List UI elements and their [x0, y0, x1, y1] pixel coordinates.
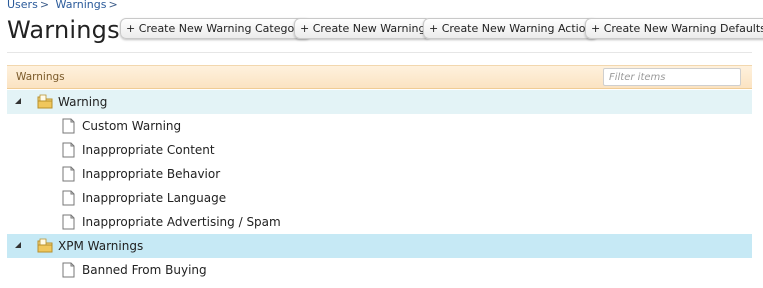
- list-item[interactable]: Inappropriate Behavior: [7, 162, 752, 186]
- breadcrumb-separator: >: [39, 0, 50, 11]
- folder-icon: [37, 94, 53, 109]
- category-label: Warning: [58, 95, 108, 109]
- document-icon: [62, 262, 75, 278]
- category-label: XPM Warnings: [58, 239, 144, 253]
- filter-input[interactable]: [603, 68, 741, 86]
- panel-header-label: Warnings: [16, 71, 65, 83]
- create-warning-button[interactable]: + Create New Warning: [294, 18, 432, 39]
- category-row-warning[interactable]: Warning: [7, 90, 752, 114]
- create-warning-category-button[interactable]: + Create New Warning Category: [120, 18, 312, 39]
- create-warning-defaults-button[interactable]: + Create New Warning Defaults: [585, 18, 763, 39]
- document-icon: [62, 214, 75, 230]
- item-label: Inappropriate Behavior: [82, 167, 221, 181]
- breadcrumb-users[interactable]: Users: [7, 0, 38, 11]
- document-icon: [62, 142, 75, 158]
- item-label: Inappropriate Advertising / Spam: [82, 215, 281, 229]
- create-warning-action-button[interactable]: + Create New Warning Action: [423, 18, 599, 39]
- list-item[interactable]: Inappropriate Content: [7, 138, 752, 162]
- collapse-triangle-icon[interactable]: [15, 242, 21, 248]
- item-label: Custom Warning: [82, 119, 182, 133]
- title-divider: [7, 52, 752, 53]
- item-label: Banned From Buying: [82, 263, 207, 277]
- document-icon: [62, 190, 75, 206]
- breadcrumb: Users > Warnings >: [7, 0, 121, 11]
- list-item[interactable]: Custom Warning: [7, 114, 752, 138]
- document-icon: [62, 166, 75, 182]
- folder-icon: [37, 238, 53, 253]
- list-item[interactable]: Inappropriate Advertising / Spam: [7, 210, 752, 234]
- category-row-xpm-warnings[interactable]: XPM Warnings: [7, 234, 752, 258]
- panel-header: Warnings: [7, 65, 752, 89]
- list-item[interactable]: Banned From Buying: [7, 258, 752, 282]
- collapse-triangle-icon[interactable]: [15, 98, 21, 104]
- breadcrumb-warnings[interactable]: Warnings: [56, 0, 107, 11]
- page-title: Warnings: [7, 16, 120, 44]
- list-item[interactable]: Inappropriate Language: [7, 186, 752, 210]
- item-label: Inappropriate Content: [82, 143, 215, 157]
- item-label: Inappropriate Language: [82, 191, 227, 205]
- document-icon: [62, 118, 75, 134]
- breadcrumb-separator: >: [108, 0, 118, 11]
